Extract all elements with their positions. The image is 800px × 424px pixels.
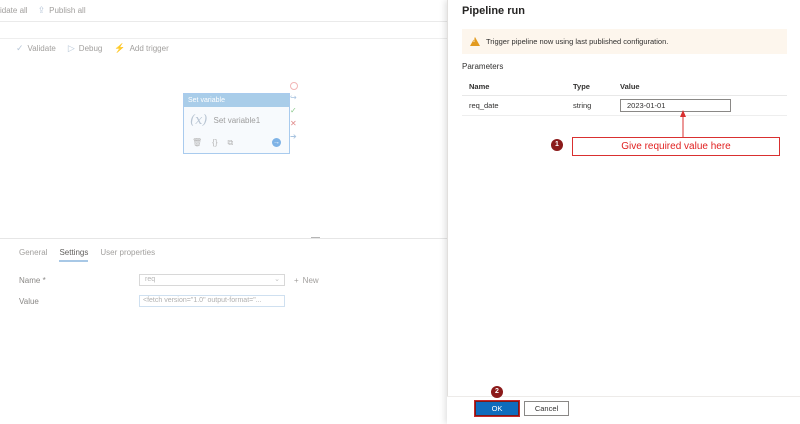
debug-button[interactable]: ▷ Debug xyxy=(67,43,103,54)
warning-banner: ! Trigger pipeline now using last publis… xyxy=(462,29,787,54)
pipeline-run-panel: Pipeline run ! Trigger pipeline now usin… xyxy=(447,0,800,424)
param-value-input[interactable]: 2023-01-01 xyxy=(620,99,731,112)
play-icon: ▷ xyxy=(67,43,75,53)
activity-name: Set variable1 xyxy=(213,116,261,125)
chevron-down-icon: ⌄ xyxy=(274,276,280,283)
success-port-icon[interactable]: ✓ xyxy=(290,106,298,116)
table-row: req_date string 2023-01-01 xyxy=(462,96,787,116)
cancel-button[interactable]: Cancel xyxy=(524,401,569,416)
warning-text: Trigger pipeline now using last publishe… xyxy=(486,37,669,46)
lightning-icon: ⚡ xyxy=(114,43,126,53)
add-trigger-button[interactable]: ⚡ Add trigger xyxy=(114,43,169,54)
parameters-heading: Parameters xyxy=(462,62,504,71)
param-name: req_date xyxy=(469,101,499,110)
name-row: Name * req ⌄ + New xyxy=(19,274,319,286)
step-marker-1: 1 xyxy=(551,139,563,151)
validate-label: Validate xyxy=(27,44,56,53)
column-header-value: Value xyxy=(620,82,640,91)
completion-port-icon[interactable]: ➔ xyxy=(290,132,298,142)
properties-pane: General Settings User properties Name * … xyxy=(0,238,447,424)
validate-all-button[interactable]: idate all xyxy=(0,6,28,15)
column-header-type: Type xyxy=(573,82,590,91)
code-icon[interactable]: {} xyxy=(212,138,217,148)
annotation-callout: Give required value here xyxy=(572,137,780,156)
activity-header: Set variable xyxy=(184,94,289,107)
warning-icon: ! xyxy=(470,37,480,46)
pipeline-toolbar: ✓ Validate ▷ Debug ⚡ Add trigger xyxy=(0,38,447,58)
value-label: Value xyxy=(19,296,39,306)
new-label: New xyxy=(302,275,319,285)
publish-all-label: Publish all xyxy=(49,6,86,15)
panel-title: Pipeline run xyxy=(462,5,525,17)
tab-settings[interactable]: Settings xyxy=(59,248,89,262)
name-label: Name * xyxy=(19,275,46,285)
publish-all-button[interactable]: ⇪ Publish all xyxy=(37,5,86,16)
step-marker-2: 2 xyxy=(491,386,503,398)
page: idate all ⇪ Publish all ✓ Validate ▷ Deb… xyxy=(0,0,800,424)
debug-label: Debug xyxy=(78,44,103,53)
copy-icon[interactable]: ⧉ xyxy=(228,138,234,148)
delete-icon[interactable]: 🗑 xyxy=(192,138,202,148)
variable-value-input[interactable]: <fetch version="1.0" output-format="... xyxy=(139,295,285,307)
failure-port-icon[interactable]: ✕ xyxy=(290,119,298,129)
param-type: string xyxy=(573,101,592,110)
validate-button[interactable]: ✓ Validate xyxy=(16,43,56,54)
add-trigger-label: Add trigger xyxy=(129,44,169,53)
variable-icon: (𝑥) xyxy=(190,113,208,128)
validate-all-label: idate all xyxy=(0,6,28,15)
publish-icon: ⇪ xyxy=(37,5,46,15)
ok-button[interactable]: OK xyxy=(474,400,520,417)
pipeline-editor: idate all ⇪ Publish all ✓ Validate ▷ Deb… xyxy=(0,0,447,424)
properties-tabs: General Settings User properties xyxy=(0,239,447,262)
set-variable-activity[interactable]: Set variable (𝑥) Set variable1 🗑 {} ⧉ → xyxy=(183,93,290,154)
skip-port-icon[interactable] xyxy=(290,82,298,90)
value-row: Value <fetch version="1.0" output-format… xyxy=(19,295,285,307)
arrow-right-icon[interactable]: → xyxy=(272,138,281,147)
plus-icon: + xyxy=(294,275,299,285)
new-variable-button[interactable]: + New xyxy=(294,276,319,285)
variable-name-value: req xyxy=(145,276,156,283)
tab-general[interactable]: General xyxy=(19,248,47,262)
redo-port-icon[interactable]: ↪ xyxy=(290,93,298,103)
column-header-name: Name xyxy=(469,82,490,91)
tab-user-properties[interactable]: User properties xyxy=(100,248,155,262)
activity-output-ports: ↪ ✓ ✕ ➔ xyxy=(290,82,298,142)
table-header-row: Name Type Value xyxy=(462,78,787,96)
parameters-table: Name Type Value req_date string 2023-01-… xyxy=(462,78,787,116)
checkmark-icon: ✓ xyxy=(16,43,24,53)
top-command-bar: idate all ⇪ Publish all xyxy=(0,0,447,22)
variable-name-select[interactable]: req ⌄ xyxy=(139,274,285,286)
